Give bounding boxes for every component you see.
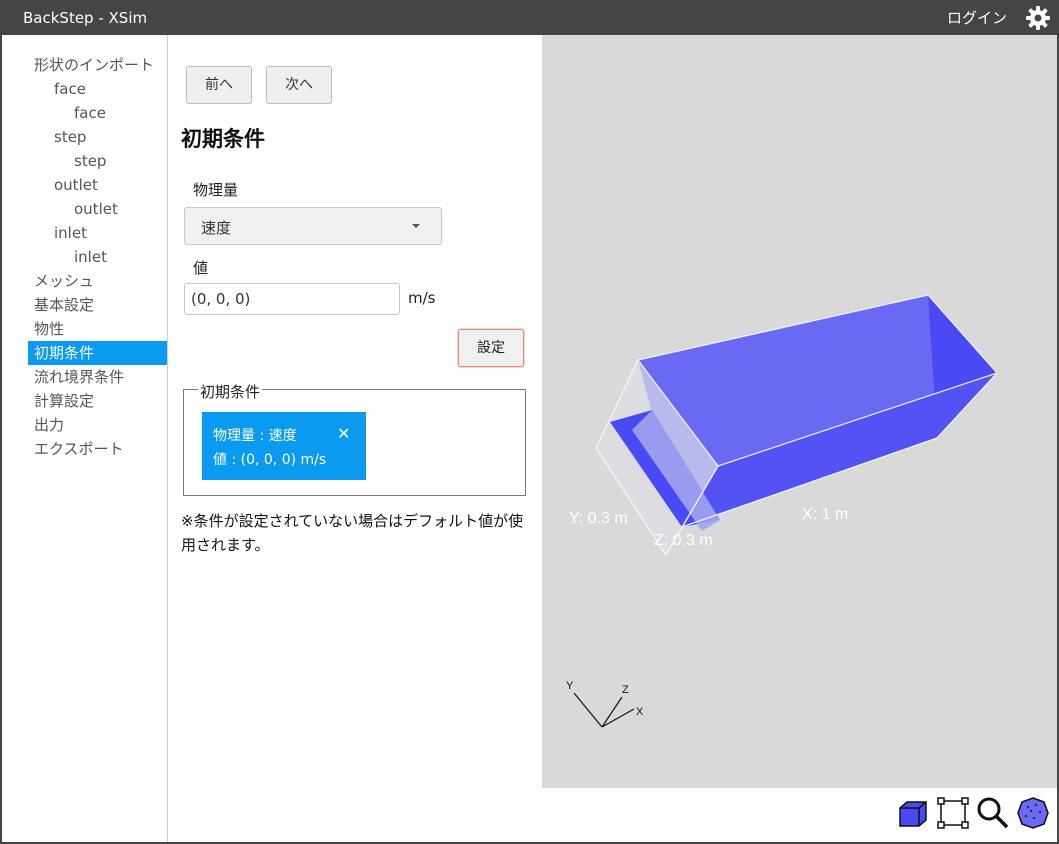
- sidebar-item[interactable]: 出力: [34, 413, 64, 437]
- value-label: 値: [193, 259, 209, 277]
- condition-chip[interactable]: 物理量 : 速度 値 : (0, 0, 0) m/s ✕: [202, 412, 366, 480]
- title-bar: BackStep - XSim ログイン: [0, 0, 1059, 35]
- axis-z-label: Z: [622, 684, 629, 696]
- conditions-list-title: 初期条件: [198, 381, 263, 402]
- login-link[interactable]: ログイン: [947, 7, 1007, 28]
- geometry-render: Y: 0.3 m Z: 0.3 m X: 1 m Y Z X: [566, 294, 998, 728]
- value-input[interactable]: [184, 283, 400, 315]
- settings-panel: 前へ 次へ 初期条件 物理量 速度 値 m/s 設定 初期条件 物理量 : 速度…: [168, 35, 542, 842]
- prev-button[interactable]: 前へ: [186, 66, 252, 104]
- sidebar-item[interactable]: 基本設定: [34, 293, 94, 317]
- sidebar-navigation: 形状のインポート face face step step outlet outlet inle…: [2, 35, 168, 842]
- dim-z-label: Z: 0.3 m: [654, 532, 713, 549]
- sidebar-item[interactable]: 流れ境界条件: [34, 365, 124, 389]
- next-button[interactable]: 次へ: [266, 66, 332, 104]
- caret-down-icon: [412, 224, 420, 228]
- gear-icon[interactable]: [1024, 4, 1052, 32]
- axis-x-label: X: [636, 706, 644, 718]
- view-toolbar: [542, 788, 1057, 842]
- quantity-select[interactable]: 速度: [184, 207, 442, 245]
- sidebar-item[interactable]: 形状のインポート: [34, 53, 154, 77]
- sidebar-item[interactable]: 物性: [34, 317, 64, 341]
- app-title: BackStep - XSim: [23, 9, 148, 27]
- sidebar-item[interactable]: 計算設定: [34, 389, 94, 413]
- 3d-viewport[interactable]: Y: 0.3 m Z: 0.3 m X: 1 m Y Z X: [542, 35, 1057, 788]
- axes-gizmo: [573, 692, 635, 728]
- sidebar-item[interactable]: step: [74, 149, 106, 173]
- set-button[interactable]: 設定: [458, 329, 524, 367]
- sidebar-item[interactable]: inlet: [54, 221, 87, 245]
- sidebar-item[interactable]: face: [74, 101, 106, 125]
- sidebar-item[interactable]: face: [54, 77, 86, 101]
- sidebar-item[interactable]: outlet: [74, 197, 118, 221]
- close-icon[interactable]: ✕: [337, 424, 350, 443]
- sidebar-item[interactable]: エクスポート: [34, 437, 124, 461]
- sidebar-item[interactable]: メッシュ: [34, 269, 94, 293]
- unit-label: m/s: [408, 289, 436, 307]
- dim-x-label: X: 1 m: [802, 506, 848, 523]
- chip-quantity-text: 物理量 : 速度: [213, 428, 297, 444]
- zoom-icon[interactable]: [976, 796, 1010, 830]
- fit-selection-icon[interactable]: [936, 796, 970, 830]
- quantity-label: 物理量: [193, 181, 239, 199]
- sidebar-item[interactable]: step: [54, 125, 86, 149]
- default-note: ※条件が設定されていない場合はデフォルト値が使用されます。: [181, 512, 524, 554]
- chip-value-text: 値 : (0, 0, 0) m/s: [213, 452, 327, 468]
- mesh-sphere-icon[interactable]: [1016, 796, 1050, 830]
- quantity-selected-value: 速度: [201, 219, 232, 237]
- sidebar-item[interactable]: outlet: [54, 173, 98, 197]
- axis-y-label: Y: [566, 680, 574, 692]
- page-title: 初期条件: [181, 127, 265, 151]
- sidebar-item[interactable]: 初期条件: [28, 341, 167, 365]
- dim-y-label: Y: 0.3 m: [569, 510, 628, 527]
- sidebar-item[interactable]: inlet: [74, 245, 107, 269]
- cube-view-icon[interactable]: [896, 796, 930, 830]
